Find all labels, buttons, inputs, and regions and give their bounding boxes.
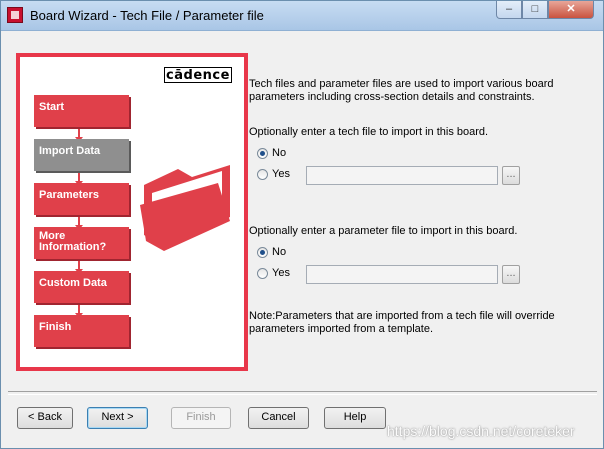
intro-text: Tech files and parameter files are used … — [249, 78, 554, 103]
step-start: Start — [34, 95, 129, 127]
cancel-button[interactable]: Cancel — [248, 407, 309, 429]
paramfile-no-label: No — [272, 246, 287, 258]
techfile-no-label: No — [272, 147, 287, 159]
board-wizard-window: Board Wizard - Tech File / Parameter fil… — [0, 0, 604, 449]
techfile-yes-radio[interactable] — [257, 169, 268, 180]
override-note: Note:Parameters that are imported from a… — [249, 310, 555, 335]
minimize-button[interactable]: – — [496, 1, 522, 19]
step-arrow — [75, 261, 83, 274]
techfile-no-radio[interactable] — [257, 148, 268, 159]
step-import-data: Import Data — [34, 139, 129, 171]
cadence-logo: cādence — [164, 67, 232, 83]
paramfile-no-radio[interactable] — [257, 247, 268, 258]
help-button[interactable]: Help — [324, 407, 386, 429]
window-title: Board Wizard - Tech File / Parameter fil… — [30, 8, 264, 23]
paramfile-prompt: Optionally enter a parameter file to imp… — [249, 225, 518, 237]
paramfile-yes-label: Yes — [272, 267, 290, 279]
app-icon — [7, 7, 23, 23]
step-parameters: Parameters — [34, 183, 129, 215]
step-custom-data: Custom Data — [34, 271, 129, 303]
back-button[interactable]: < Back — [17, 407, 73, 429]
step-more-information: More Information? — [34, 227, 129, 259]
techfile-browse-button[interactable]: ... — [502, 166, 520, 185]
techfile-yes-label: Yes — [272, 168, 290, 180]
techfile-path-input[interactable] — [306, 166, 498, 185]
step-arrow — [75, 217, 83, 230]
watermark-text: https://blog.csdn.net/coreteker — [387, 423, 575, 439]
title-bar[interactable]: Board Wizard - Tech File / Parameter fil… — [1, 1, 603, 31]
folder-icon — [140, 165, 230, 251]
step-arrow — [75, 129, 83, 142]
step-finish: Finish — [34, 315, 129, 347]
next-button[interactable]: Next > — [87, 407, 148, 429]
close-button[interactable]: ✕ — [548, 1, 594, 19]
finish-button[interactable]: Finish — [171, 407, 231, 429]
maximize-button[interactable]: □ — [522, 1, 548, 19]
step-arrow — [75, 173, 83, 186]
paramfile-path-input[interactable] — [306, 265, 498, 284]
wizard-client-area: cādence Start Import Data Parameters Mor… — [8, 31, 597, 436]
techfile-prompt: Optionally enter a tech file to import i… — [249, 126, 489, 138]
step-arrow — [75, 305, 83, 318]
button-separator — [8, 391, 597, 395]
paramfile-yes-radio[interactable] — [257, 268, 268, 279]
paramfile-browse-button[interactable]: ... — [502, 265, 520, 284]
wizard-steps-panel: cādence Start Import Data Parameters Mor… — [16, 53, 248, 371]
